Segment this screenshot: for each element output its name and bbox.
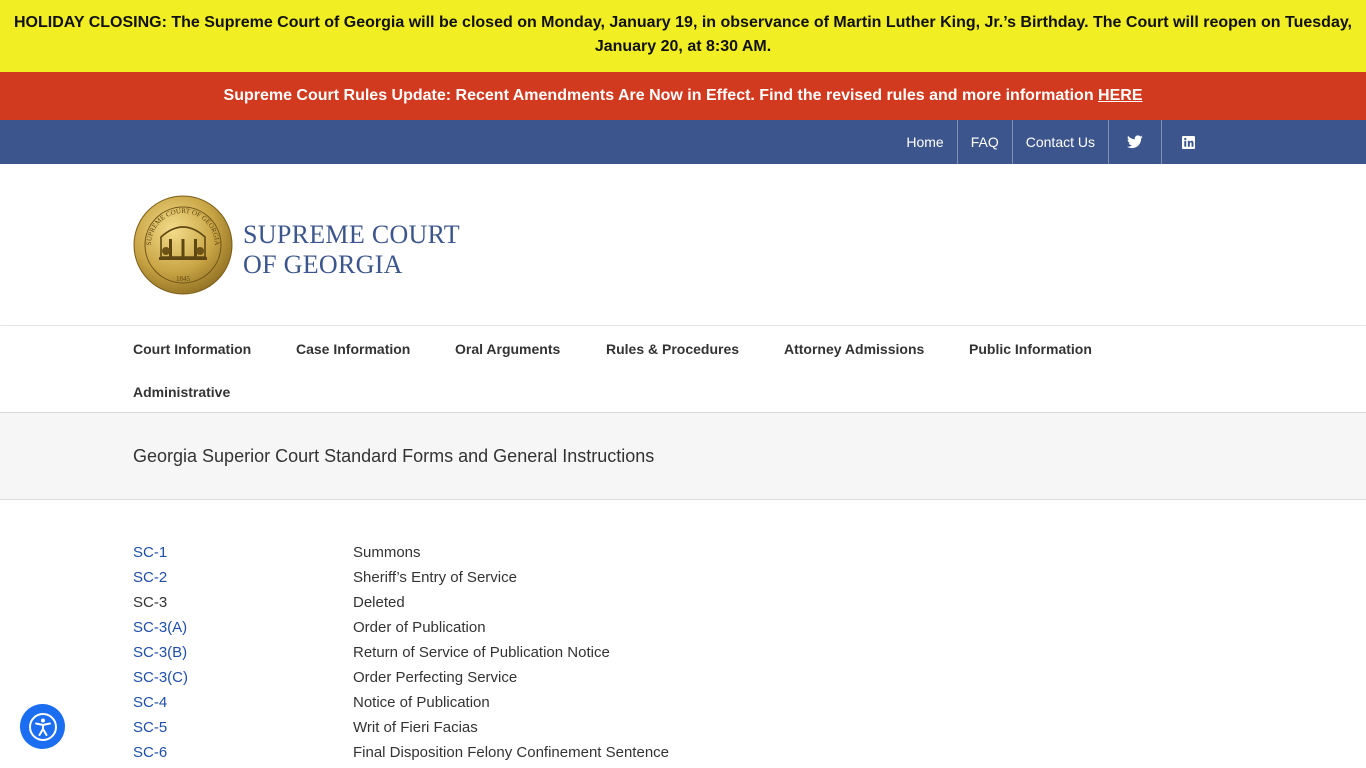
form-code-sc-4[interactable]: SC-4 [133, 693, 353, 718]
form-description: Notice of Publication [353, 694, 490, 711]
form-code-sc-2[interactable]: SC-2 [133, 568, 353, 593]
site-title-line-1: SUPREME COURT [243, 220, 460, 249]
form-row: SC-1 Summons [133, 543, 933, 568]
form-code-sc-3c[interactable]: SC-3(C) [133, 668, 353, 693]
page-title: Georgia Superior Court Standard Forms an… [133, 446, 655, 466]
form-row: SC-4 Notice of Publication [133, 693, 933, 718]
nav-attorney-admissions[interactable]: Attorney Admissions [784, 341, 924, 357]
nav-contact-us[interactable]: Contact Us [1011, 120, 1108, 164]
site-title[interactable]: SUPREME COURT OF GEORGIA [243, 220, 460, 280]
form-description: Sheriff’s Entry of Service [353, 569, 517, 586]
form-row: SC-5 Writ of Fieri Facias [133, 718, 933, 743]
nav-faq[interactable]: FAQ [956, 120, 1012, 164]
form-code-sc-5[interactable]: SC-5 [133, 718, 353, 743]
nav-home[interactable]: Home [893, 120, 956, 164]
linkedin-icon[interactable] [1161, 120, 1214, 164]
form-code-sc-3: SC-3 [133, 594, 168, 611]
form-row: SC-3(B) Return of Service of Publication … [133, 643, 933, 668]
form-row: SC-6 Final Disposition Felony Confinement… [133, 743, 933, 768]
form-description: Deleted [353, 594, 405, 611]
form-description: Summons [353, 544, 421, 561]
form-code-sc-3b[interactable]: SC-3(B) [133, 643, 353, 668]
form-code-sc-3a[interactable]: SC-3(A) [133, 618, 353, 643]
holiday-closing-banner: HOLIDAY CLOSING: The Supreme Court of Ge… [0, 0, 1366, 72]
holiday-line-1: HOLIDAY CLOSING: The Supreme Court of Ge… [14, 14, 1352, 31]
form-row: SC-2 Sheriff’s Entry of Service [133, 568, 933, 593]
rules-here-link[interactable]: HERE [1098, 87, 1142, 104]
form-description: Order Perfecting Service [353, 669, 518, 686]
top-bar: Home FAQ Contact Us [0, 120, 1366, 164]
utility-nav: Home FAQ Contact Us [893, 120, 1214, 164]
accessibility-button[interactable] [20, 704, 65, 749]
main-navigation: Court Information Case Information Oral … [0, 326, 1366, 413]
page-title-bar: Georgia Superior Court Standard Forms an… [0, 413, 1366, 500]
holiday-line-2: January 20, at 8:30 AM. [594, 38, 772, 55]
rules-update-text: Supreme Court Rules Update: Recent Amend… [223, 87, 1099, 104]
nav-court-information[interactable]: Court Information [133, 341, 251, 357]
court-seal-logo[interactable]: 1845 SUPREME COURT OF GEORGIA [133, 195, 233, 295]
form-code-sc-1[interactable]: SC-1 [133, 543, 353, 568]
form-row: SC-3 Deleted [133, 593, 933, 618]
rules-update-banner: Supreme Court Rules Update: Recent Amend… [0, 72, 1366, 120]
form-description: Writ of Fieri Facias [353, 719, 478, 736]
form-row: SC-3(A) Order of Publication [133, 618, 933, 643]
forms-list: SC-1 Summons SC-2 Sheriff’s Entry of Servic… [133, 543, 933, 768]
accessibility-icon [28, 712, 57, 741]
form-code-sc-6[interactable]: SC-6 [133, 743, 353, 768]
nav-case-information[interactable]: Case Information [296, 341, 410, 357]
site-header: 1845 SUPREME COURT OF GEORGIA SUPREME CO… [0, 164, 1366, 326]
nav-administrative[interactable]: Administrative [133, 384, 230, 400]
nav-public-information[interactable]: Public Information [969, 341, 1092, 357]
site-title-line-2: OF GEORGIA [243, 250, 403, 279]
nav-oral-arguments[interactable]: Oral Arguments [455, 341, 560, 357]
twitter-icon[interactable] [1108, 120, 1161, 164]
seal-year: 1845 [176, 275, 191, 283]
form-description: Return of Service of Publication Notice [353, 644, 610, 661]
form-description: Order of Publication [353, 619, 486, 636]
nav-rules-procedures[interactable]: Rules & Procedures [606, 341, 739, 357]
form-description: Final Disposition Felony Confinement Sen… [353, 744, 670, 761]
form-row: SC-3(C) Order Perfecting Service [133, 668, 933, 693]
